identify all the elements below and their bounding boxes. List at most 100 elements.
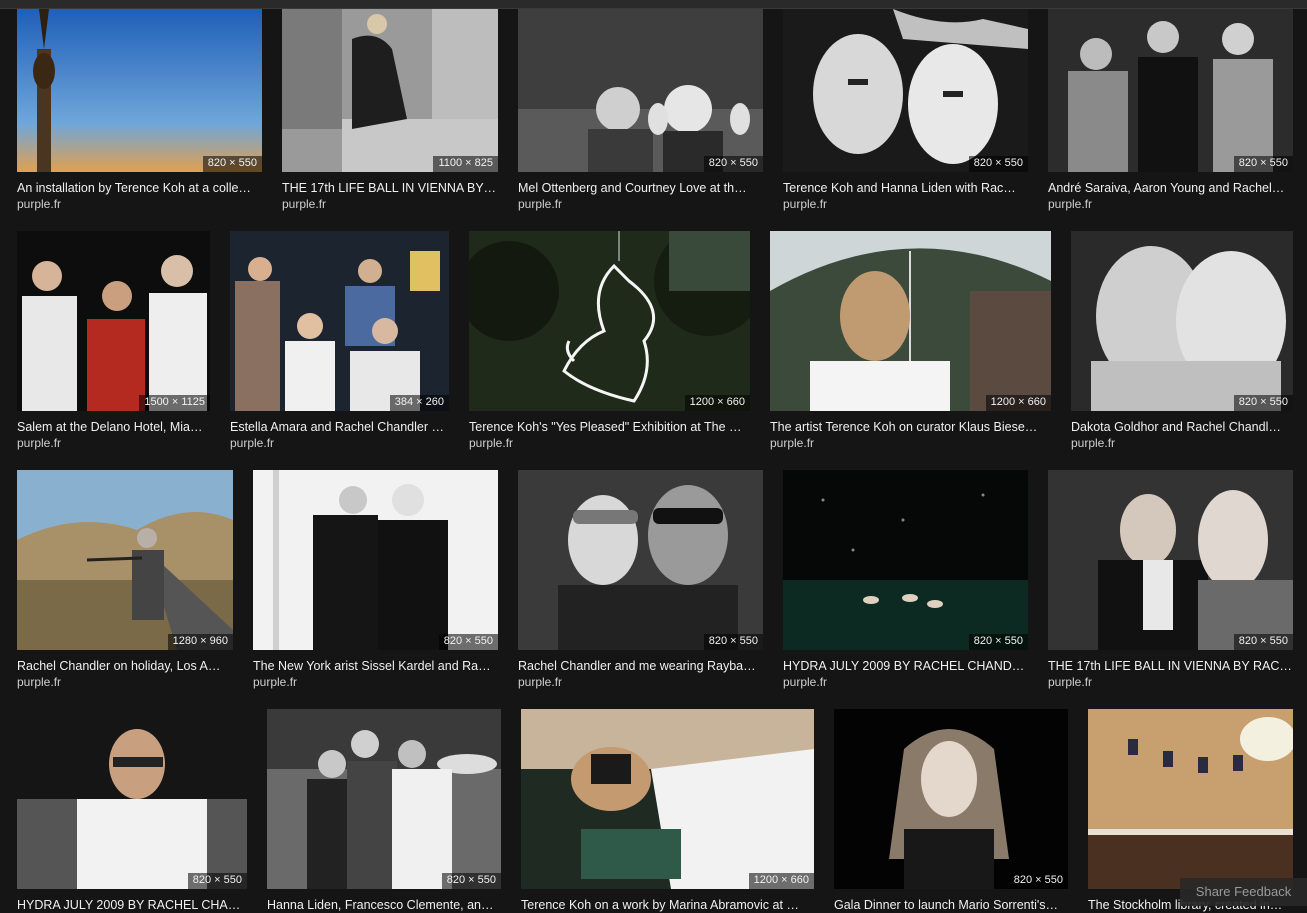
result-tile[interactable]: 820 × 550 Dakota Goldhor and Rachel Chan… [1071,231,1293,451]
result-caption[interactable]: HYDRA JULY 2009 BY RACHEL CHAND… [783,659,1028,674]
image-dimensions-label: 1500 × 1125 [139,395,210,411]
share-feedback-button[interactable]: Share Feedback [1180,878,1307,906]
result-tile[interactable]: 384 × 260 Estella Amara and Rachel Chand… [230,231,449,451]
result-tile[interactable]: 1200 × 660 Terence Koh's "Yes Pleased" E… [469,231,750,451]
result-source[interactable]: purple.fr [230,436,274,450]
result-source[interactable]: purple.fr [253,675,297,689]
image-dimensions-label: 1200 × 660 [748,873,814,889]
three-people-party-photo [1048,9,1293,172]
result-caption[interactable]: Mel Ottenberg and Courtney Love at th… [518,181,763,196]
result-tile[interactable]: 1100 × 825 THE 17th LIFE BALL IN VIENNA … [282,9,498,214]
result-source[interactable]: purple.fr [1071,436,1115,450]
result-thumbnail[interactable]: 820 × 550 [783,9,1028,172]
result-caption[interactable]: THE 17th LIFE BALL IN VIENNA BY RAC… [1048,659,1293,674]
result-tile[interactable]: 1280 × 960 Rachel Chandler on holiday, L… [17,470,233,690]
night-swimmers-photo [783,470,1028,650]
result-caption[interactable]: Terence Koh and Hanna Liden with Rac… [783,181,1028,196]
result-thumbnail[interactable]: 820 × 550 [17,9,262,172]
result-caption[interactable]: The artist Terence Koh on curator Klaus … [770,420,1051,435]
result-tile[interactable]: 820 × 550 THE 17th LIFE BALL IN VIENNA B… [1048,470,1293,690]
result-caption[interactable]: The New York arist Sissel Kardel and Ra… [253,659,498,674]
result-caption[interactable]: Dakota Goldhor and Rachel Chandl… [1071,420,1293,435]
result-tile[interactable]: 820 × 550 An installation by Terence Koh… [17,9,262,214]
result-tile[interactable]: 1500 × 1125 Salem at the Delano Hotel, M… [17,231,210,451]
result-source[interactable]: purple.fr [1048,675,1092,689]
result-thumbnail[interactable]: 820 × 550 [1071,231,1293,411]
three-people-night-photo [17,231,210,411]
result-source[interactable]: purple.fr [17,675,61,689]
result-caption[interactable]: Terence Koh's "Yes Pleased" Exhibition a… [469,420,750,435]
result-source[interactable]: purple.fr [17,436,61,450]
image-dimensions-label: 384 × 260 [389,395,449,411]
image-dimensions-label: 820 × 550 [1233,634,1293,650]
result-thumbnail[interactable]: 1200 × 660 [521,709,814,889]
result-caption[interactable]: Salem at the Delano Hotel, Mia… [17,420,210,435]
image-dimensions-label: 1200 × 660 [684,395,750,411]
woman-with-rifle-landscape-photo [17,470,233,650]
result-thumbnail[interactable]: 820 × 550 [17,709,247,889]
result-thumbnail[interactable]: 820 × 550 [267,709,501,889]
result-thumbnail[interactable]: 1200 × 660 [469,231,750,411]
result-tile[interactable]: 1200 × 660 The artist Terence Koh on cur… [770,231,1051,451]
result-tile[interactable]: 820 × 550 André Saraiva, Aaron Young and… [1048,9,1293,214]
result-tile[interactable]: 820 × 550 Terence Koh and Hanna Liden wi… [783,9,1028,214]
result-thumbnail[interactable]: 820 × 550 [1048,9,1293,172]
result-thumbnail[interactable]: 1280 × 960 [17,470,233,650]
result-caption[interactable]: Estella Amara and Rachel Chandler … [230,420,449,435]
two-women-cheek-photo [1071,231,1293,411]
image-dimensions-label: 820 × 550 [703,156,763,172]
result-tile[interactable]: 1200 × 660 Terence Koh on a work by Mari… [521,709,814,913]
result-tile[interactable]: 820 × 550 HYDRA JULY 2009 BY RACHEL CHAN… [783,470,1028,690]
result-caption[interactable]: Rachel Chandler on holiday, Los A… [17,659,233,674]
top-bar [0,0,1307,9]
result-source[interactable]: purple.fr [1048,197,1092,211]
result-tile[interactable]: 820 × 550 Rachel Chandler and me wearing… [518,470,763,690]
result-thumbnail[interactable]: 1100 × 825 [282,9,498,172]
result-caption[interactable]: Hanna Liden, Francesco Clemente, an… [267,898,501,913]
result-tile[interactable]: 820 × 550 HYDRA JULY 2009 BY RACHEL CHA… [17,709,247,913]
result-thumbnail[interactable]: 820 × 550 [783,470,1028,650]
result-source[interactable]: purple.fr [518,197,562,211]
result-tile[interactable]: 820 × 550 The New York arist Sissel Kard… [253,470,498,690]
image-dimensions-label: 820 × 550 [968,634,1028,650]
wooden-totem-sky-photo [17,9,262,172]
result-thumbnail[interactable] [1088,709,1293,889]
result-source[interactable]: purple.fr [783,197,827,211]
result-source[interactable]: purple.fr [770,436,814,450]
result-source[interactable]: purple.fr [17,197,61,211]
result-thumbnail[interactable]: 820 × 550 [253,470,498,650]
result-tile[interactable]: 820 × 550 Mel Ottenberg and Courtney Lov… [518,9,763,214]
result-caption[interactable]: André Saraiva, Aaron Young and Rachel… [1048,181,1293,196]
result-thumbnail[interactable]: 820 × 550 [1048,470,1293,650]
image-dimensions-label: 1200 × 660 [985,395,1051,411]
man-in-suit-photo [1048,470,1293,650]
library-rotunda-photo [1088,709,1293,889]
image-dimensions-label: 820 × 550 [438,634,498,650]
result-tile[interactable]: 820 × 550 Gala Dinner to launch Mario So… [834,709,1068,913]
result-thumbnail[interactable]: 820 × 550 [518,9,763,172]
group-party-photo [230,231,449,411]
two-faces-closeup-photo [783,9,1028,172]
result-caption[interactable]: THE 17th LIFE BALL IN VIENNA BY … [282,181,498,196]
result-caption[interactable]: HYDRA JULY 2009 BY RACHEL CHA… [17,898,247,913]
result-thumbnail[interactable]: 1500 × 1125 [17,231,210,411]
man-with-glasses-photo [17,709,247,889]
woman-portrait-dark-photo [834,709,1068,889]
result-thumbnail[interactable]: 820 × 550 [518,470,763,650]
result-caption[interactable]: An installation by Terence Koh at a coll… [17,181,262,196]
result-thumbnail[interactable]: 384 × 260 [230,231,449,411]
result-source[interactable]: purple.fr [518,675,562,689]
result-caption[interactable]: Terence Koh on a work by Marina Abramovi… [521,898,814,913]
image-dimensions-label: 1280 × 960 [167,634,233,650]
result-thumbnail[interactable]: 1200 × 660 [770,231,1051,411]
result-thumbnail[interactable]: 820 × 550 [834,709,1068,889]
result-tile[interactable]: 820 × 550 Hanna Liden, Francesco Clement… [267,709,501,913]
result-caption[interactable]: Gala Dinner to launch Mario Sorrenti's… [834,898,1068,913]
result-source[interactable]: purple.fr [783,675,827,689]
result-caption[interactable]: Rachel Chandler and me wearing Rayba… [518,659,763,674]
three-people-street-photo [267,709,501,889]
image-dimensions-label: 820 × 550 [968,156,1028,172]
man-under-umbrella-photo [770,231,1051,411]
result-source[interactable]: purple.fr [282,197,326,211]
result-source[interactable]: purple.fr [469,436,513,450]
